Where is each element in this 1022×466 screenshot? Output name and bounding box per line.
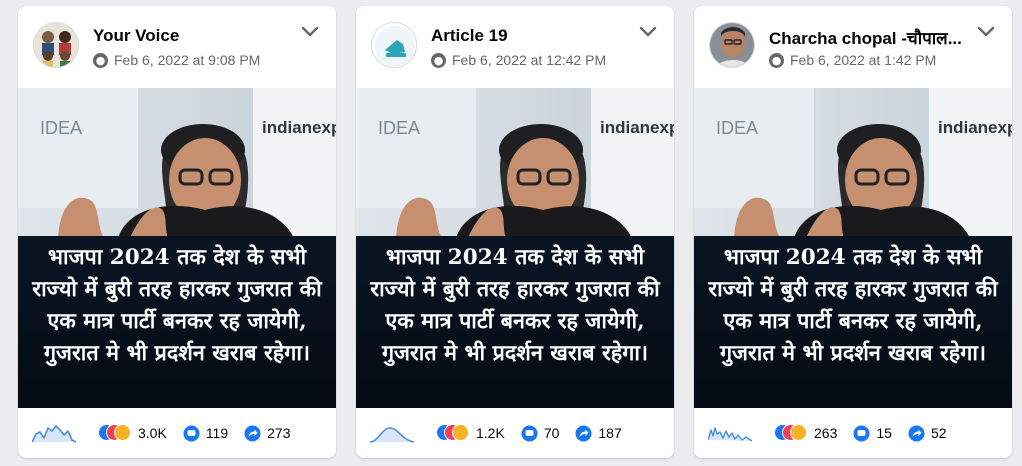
post-image[interactable]: IDEA indianexp भाजपा 2024 तक देश के सभी … (18, 88, 336, 408)
image-watermark-text: indianexp (262, 118, 336, 137)
share-count: 187 (598, 425, 622, 441)
globe-icon: ● (93, 52, 108, 68)
page-name[interactable]: Article 19 (431, 26, 636, 46)
sparkline-icon (708, 427, 752, 442)
reaction-count: 3.0K (138, 425, 167, 441)
globe-icon: ● (769, 52, 784, 68)
post-meta: ● Feb 6, 2022 at 9:08 PM (93, 51, 260, 69)
comment-icon (853, 425, 870, 441)
comments-stat[interactable]: 119 (183, 425, 228, 442)
comment-icon (183, 425, 200, 441)
comments-stat[interactable]: 15 (853, 425, 892, 442)
comments-stat[interactable]: 70 (521, 425, 560, 442)
shares-stat[interactable]: 187 (575, 425, 622, 442)
post-card: Article 19 ● Feb 6, 2022 at 12:42 PM IDE… (356, 6, 674, 458)
image-caption-text: भाजपा 2024 तक देश के सभी राज्यो में बुरी… (18, 236, 336, 408)
post-image[interactable]: IDEA indianexp भाजपा 2024 तक देश के सभी … (694, 88, 1012, 408)
page-name[interactable]: Your Voice (93, 26, 298, 46)
post-header: Article 19 ● Feb 6, 2022 at 12:42 PM (356, 6, 674, 88)
reaction-icons (436, 423, 470, 443)
haha-reaction-icon (114, 424, 131, 441)
chevron-down-icon[interactable] (638, 24, 658, 40)
post-timestamp[interactable]: Feb 6, 2022 at 12:42 PM (452, 52, 606, 68)
image-caption-text: भाजपा 2024 तक देश के सभी राज्यो में बुरी… (694, 236, 1012, 408)
share-icon (908, 425, 925, 441)
post-meta: ● Feb 6, 2022 at 1:42 PM (769, 51, 936, 69)
globe-icon: ● (431, 52, 446, 68)
chevron-down-icon[interactable] (300, 24, 320, 40)
post-card: Charcha chopal -चौपाल... ● Feb 6, 2022 a… (694, 6, 1012, 458)
post-header: Charcha chopal -चौपाल... ● Feb 6, 2022 a… (694, 6, 1012, 88)
post-header: Your Voice ● Feb 6, 2022 at 9:08 PM (18, 6, 336, 88)
page-avatar[interactable] (371, 22, 417, 68)
page-avatar[interactable] (33, 22, 79, 68)
post-footer: 3.0K 119 273 (18, 408, 336, 458)
image-sign-text: IDEA (716, 118, 758, 138)
page-name[interactable]: Charcha chopal -चौपाल... (769, 26, 974, 49)
shares-stat[interactable]: 52 (908, 425, 947, 442)
image-sign-text: IDEA (378, 118, 420, 138)
reactions-summary[interactable]: 263 15 52 (774, 423, 947, 443)
image-watermark-text: indianexp (600, 118, 674, 137)
comment-count: 15 (876, 425, 892, 441)
image-sign-text: IDEA (40, 118, 82, 138)
reaction-count: 263 (814, 425, 838, 441)
share-icon (575, 425, 592, 441)
post-image[interactable]: IDEA indianexp भाजपा 2024 तक देश के सभी … (356, 88, 674, 408)
sparkline-icon (370, 427, 414, 443)
post-card: Your Voice ● Feb 6, 2022 at 9:08 PM IDEA… (18, 6, 336, 458)
sparkline-icon (32, 425, 76, 443)
image-caption-text: भाजपा 2024 तक देश के सभी राज्यो में बुरी… (356, 236, 674, 408)
post-footer: 263 15 52 (694, 408, 1012, 458)
share-count: 52 (930, 425, 947, 441)
post-timestamp[interactable]: Feb 6, 2022 at 1:42 PM (790, 52, 936, 68)
chevron-down-icon[interactable] (976, 24, 996, 40)
page-avatar[interactable] (709, 22, 755, 68)
share-count: 273 (267, 425, 291, 441)
share-icon (244, 425, 261, 441)
post-meta: ● Feb 6, 2022 at 12:42 PM (431, 51, 606, 69)
post-timestamp[interactable]: Feb 6, 2022 at 9:08 PM (114, 52, 260, 68)
reaction-icons (98, 423, 132, 443)
image-watermark-text: indianexp (938, 118, 1012, 137)
haha-reaction-icon (790, 424, 807, 441)
reaction-icons (774, 423, 808, 443)
haha-reaction-icon (452, 424, 469, 441)
shares-stat[interactable]: 273 (244, 425, 291, 442)
reaction-count: 1.2K (476, 425, 505, 441)
reactions-summary[interactable]: 3.0K 119 273 (98, 423, 291, 443)
reactions-summary[interactable]: 1.2K 70 187 (436, 423, 622, 443)
post-footer: 1.2K 70 187 (356, 408, 674, 458)
comment-count: 70 (543, 425, 560, 441)
comment-icon (521, 425, 538, 441)
comment-count: 119 (205, 425, 229, 441)
